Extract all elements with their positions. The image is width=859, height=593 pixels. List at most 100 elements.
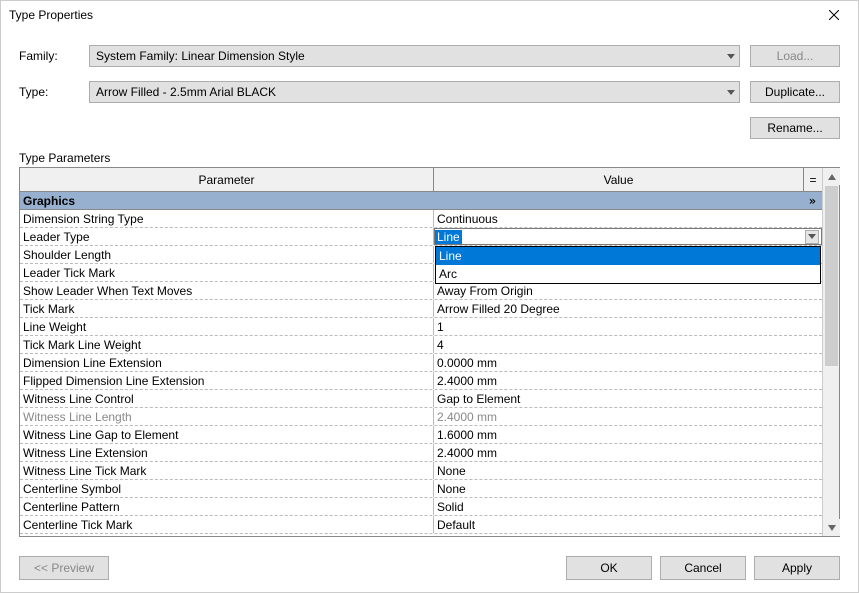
table-row[interactable]: Centerline PatternSolid — [20, 498, 822, 516]
table-row[interactable]: Dimension String TypeContinuous — [20, 210, 822, 228]
param-cell: Centerline Tick Mark — [20, 516, 434, 533]
header-parameter[interactable]: Parameter — [20, 168, 434, 192]
scroll-thumb[interactable] — [825, 186, 838, 366]
value-cell[interactable]: Arrow Filled 20 Degree — [434, 300, 822, 317]
selected-value: Line — [435, 230, 462, 244]
value-cell[interactable]: Default — [434, 516, 822, 533]
param-cell: Dimension Line Extension — [20, 354, 434, 371]
duplicate-button-label: Duplicate... — [765, 85, 825, 99]
type-combo[interactable]: Arrow Filled - 2.5mm Arial BLACK — [89, 81, 740, 103]
scroll-down-icon[interactable] — [823, 519, 840, 536]
param-cell: Witness Line Extension — [20, 444, 434, 461]
cancel-button[interactable]: Cancel — [660, 556, 746, 580]
collapse-icon[interactable]: » — [809, 194, 816, 208]
type-row: Type: Arrow Filled - 2.5mm Arial BLACK D… — [19, 81, 840, 103]
value-cell[interactable]: 4 — [434, 336, 822, 353]
table-row[interactable]: Tick MarkArrow Filled 20 Degree — [20, 300, 822, 318]
table-row[interactable]: Centerline Tick MarkDefault — [20, 516, 822, 534]
table-row[interactable]: Witness Line Length2.4000 mm — [20, 408, 822, 426]
param-cell: Dimension String Type — [20, 210, 434, 227]
header-value[interactable]: Value — [434, 168, 804, 192]
table-row[interactable]: Line Weight1 — [20, 318, 822, 336]
table-row[interactable]: Witness Line Gap to Element1.6000 mm — [20, 426, 822, 444]
titlebar: Type Properties — [1, 1, 858, 29]
rename-button-label: Rename... — [767, 121, 822, 135]
preview-button[interactable]: << Preview — [19, 556, 109, 580]
family-combo[interactable]: System Family: Linear Dimension Style — [89, 45, 740, 67]
type-label: Type: — [19, 85, 89, 99]
close-button[interactable] — [814, 3, 854, 27]
param-cell: Witness Line Tick Mark — [20, 462, 434, 479]
scrollbar[interactable] — [822, 168, 839, 536]
param-cell: Witness Line Control — [20, 390, 434, 407]
table-row[interactable]: Leader TypeLineLineArc — [20, 228, 822, 246]
param-cell: Show Leader When Text Moves — [20, 282, 434, 299]
bottom-bar: << Preview OK Cancel Apply — [19, 556, 840, 580]
dropdown-option[interactable]: Line — [436, 247, 820, 265]
type-parameters-label: Type Parameters — [19, 151, 840, 165]
content: Family: System Family: Linear Dimension … — [1, 29, 858, 537]
family-label: Family: — [19, 49, 89, 63]
dropdown-panel[interactable]: LineArc — [435, 246, 821, 284]
value-cell[interactable]: Solid — [434, 498, 822, 515]
table-row[interactable]: Witness Line ControlGap to Element — [20, 390, 822, 408]
duplicate-button[interactable]: Duplicate... — [750, 81, 840, 103]
table-row[interactable]: Dimension Line Extension0.0000 mm — [20, 354, 822, 372]
ok-button[interactable]: OK — [566, 556, 652, 580]
value-cell[interactable]: None — [434, 462, 822, 479]
value-cell[interactable]: 2.4000 mm — [434, 372, 822, 389]
value-cell[interactable]: 1 — [434, 318, 822, 335]
apply-button[interactable]: Apply — [754, 556, 840, 580]
table-row[interactable]: Show Leader When Text MovesAway From Ori… — [20, 282, 822, 300]
param-cell: Leader Type — [20, 228, 434, 245]
parameters-grid: Parameter Value = Graphics » Dimension S… — [19, 167, 840, 537]
ok-label: OK — [600, 561, 617, 575]
type-combo-value: Arrow Filled - 2.5mm Arial BLACK — [96, 85, 276, 99]
cancel-label: Cancel — [684, 561, 721, 575]
apply-label: Apply — [782, 561, 812, 575]
value-cell[interactable]: Continuous — [434, 210, 822, 227]
table-row[interactable]: Centerline SymbolNone — [20, 480, 822, 498]
param-cell: Leader Tick Mark — [20, 264, 434, 281]
value-cell[interactable]: LineLineArc — [434, 228, 822, 245]
dropdown-option[interactable]: Arc — [436, 265, 820, 283]
param-cell: Flipped Dimension Line Extension — [20, 372, 434, 389]
family-row: Family: System Family: Linear Dimension … — [19, 45, 840, 67]
param-cell: Centerline Pattern — [20, 498, 434, 515]
param-cell: Shoulder Length — [20, 246, 434, 263]
value-cell[interactable]: Away From Origin — [434, 282, 822, 299]
param-cell: Witness Line Length — [20, 408, 434, 425]
grid-body: Graphics » Dimension String TypeContinuo… — [20, 192, 822, 536]
scroll-up-icon[interactable] — [823, 168, 840, 185]
value-cell[interactable]: 2.4000 mm — [434, 444, 822, 461]
dialog-title: Type Properties — [9, 8, 93, 22]
chevron-down-icon — [727, 85, 735, 99]
param-cell: Tick Mark — [20, 300, 434, 317]
type-properties-dialog: Type Properties Family: System Family: L… — [0, 0, 859, 593]
value-cell[interactable]: 0.0000 mm — [434, 354, 822, 371]
load-button: Load... — [750, 45, 840, 67]
table-row[interactable]: Tick Mark Line Weight4 — [20, 336, 822, 354]
bottom-right: OK Cancel Apply — [566, 556, 840, 580]
value-cell[interactable]: Gap to Element — [434, 390, 822, 407]
chevron-down-icon — [727, 49, 735, 63]
rename-button[interactable]: Rename... — [750, 117, 840, 139]
grid-area: Parameter Value = Graphics » Dimension S… — [20, 168, 822, 536]
table-row[interactable]: Flipped Dimension Line Extension2.4000 m… — [20, 372, 822, 390]
group-row-graphics[interactable]: Graphics » — [20, 192, 822, 210]
param-cell: Line Weight — [20, 318, 434, 335]
value-cell[interactable]: 1.6000 mm — [434, 426, 822, 443]
chevron-down-icon[interactable] — [805, 230, 819, 244]
preview-label: << Preview — [34, 561, 94, 575]
value-cell[interactable]: None — [434, 480, 822, 497]
load-button-label: Load... — [777, 49, 814, 63]
header-eq[interactable]: = — [804, 168, 822, 192]
grid-header: Parameter Value = — [20, 168, 822, 192]
param-cell: Centerline Symbol — [20, 480, 434, 497]
param-cell: Tick Mark Line Weight — [20, 336, 434, 353]
value-cell[interactable]: 2.4000 mm — [434, 408, 822, 425]
rename-row: Rename... — [19, 117, 840, 139]
group-label: Graphics — [23, 194, 75, 208]
table-row[interactable]: Witness Line Extension2.4000 mm — [20, 444, 822, 462]
table-row[interactable]: Witness Line Tick MarkNone — [20, 462, 822, 480]
